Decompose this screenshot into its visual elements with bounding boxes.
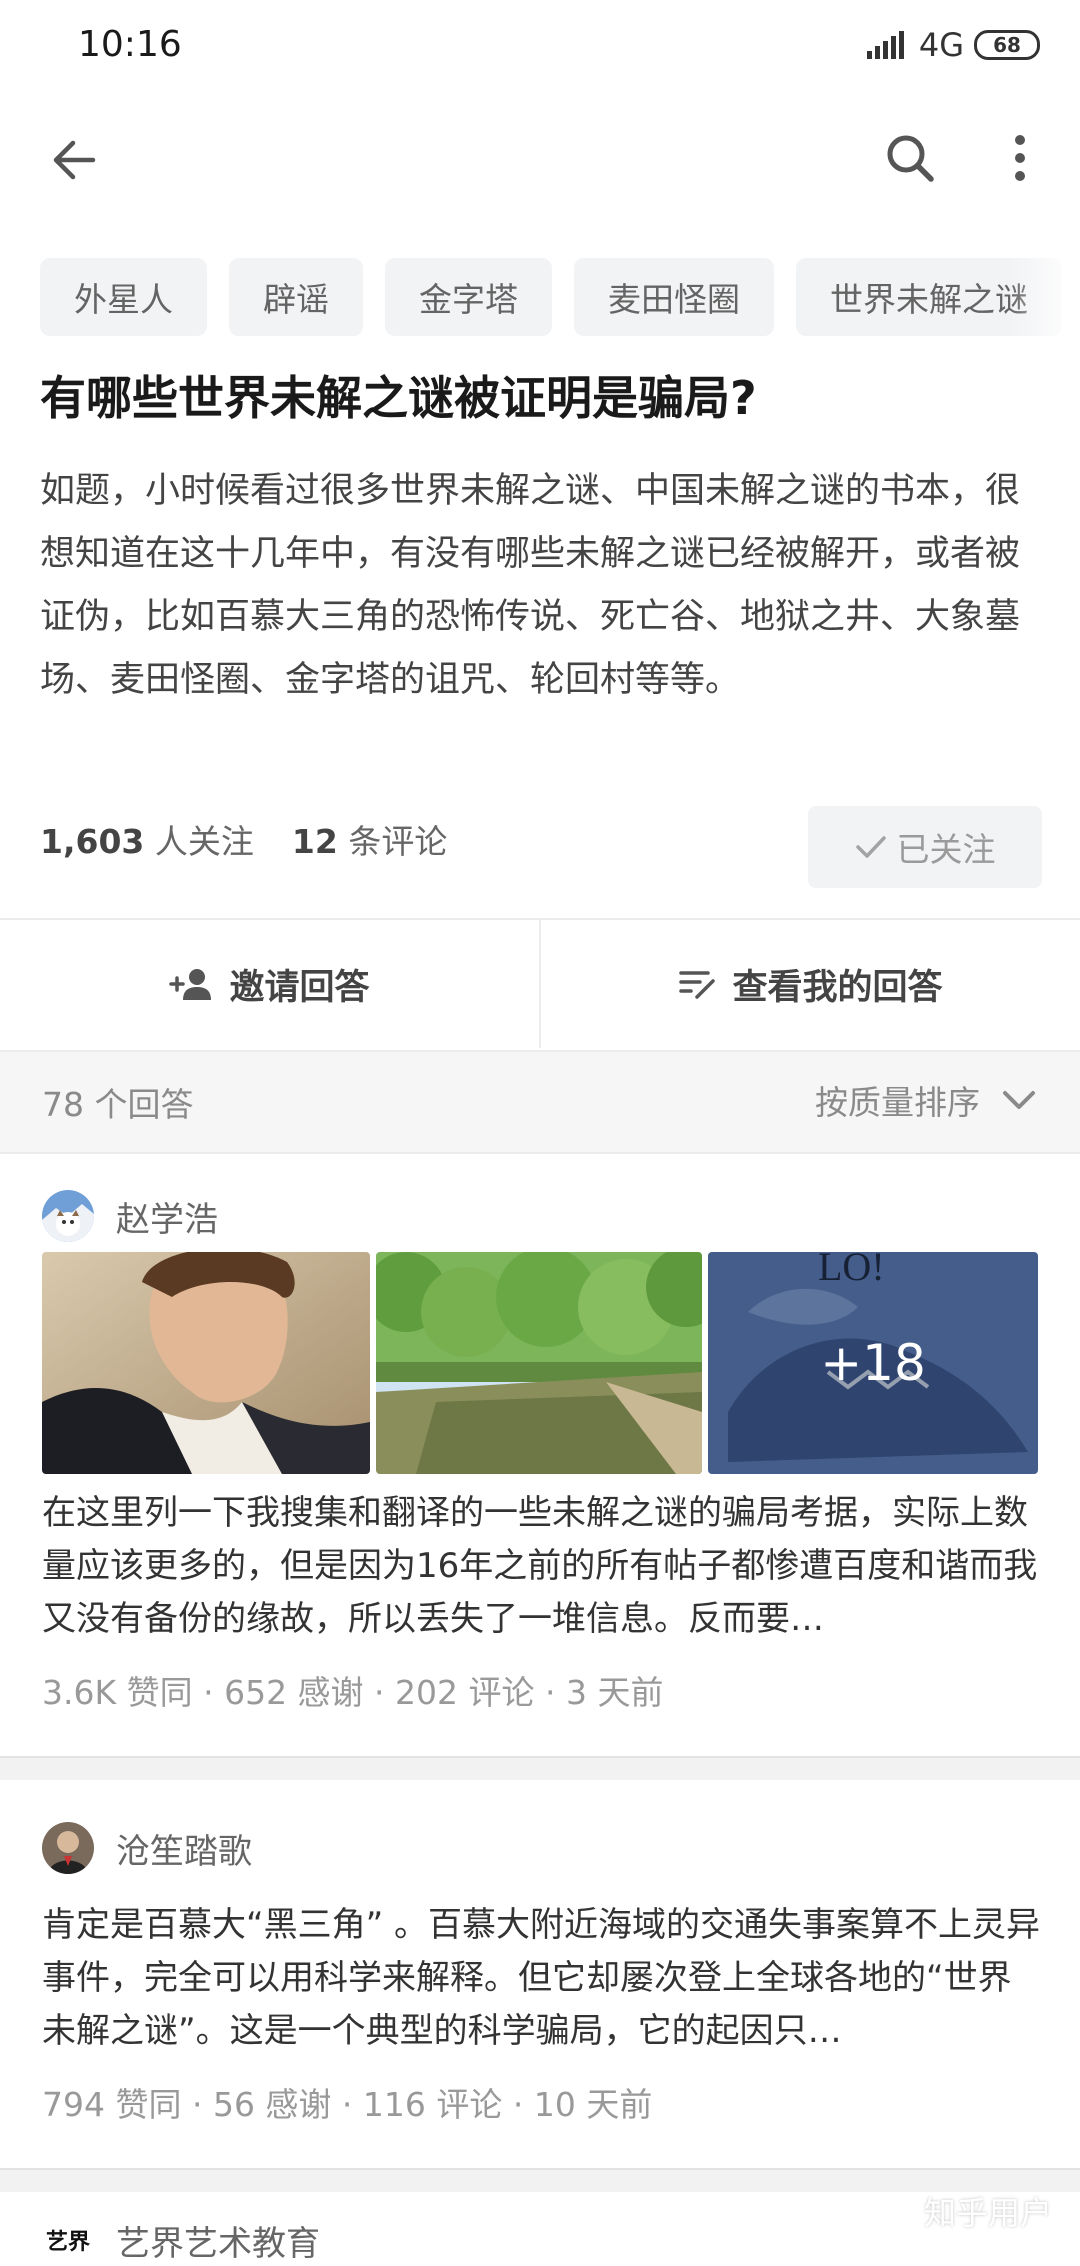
canal-image <box>376 1252 702 1474</box>
view-my-answer-label: 查看我的回答 <box>732 967 943 1008</box>
chips-fade <box>1010 258 1080 338</box>
followers-label: 人关注 <box>154 822 254 861</box>
add-person-icon <box>169 969 212 1000</box>
answer-author[interactable]: 赵学浩 <box>42 1190 218 1242</box>
portrait-image <box>42 1252 370 1474</box>
answer-separator <box>0 2168 1080 2192</box>
topic-chips: 外星人 辟谣 金字塔 麦田怪圈 世界未解之谜 <box>40 258 1080 338</box>
topic-chip[interactable]: 金字塔 <box>385 258 552 336</box>
search-icon <box>887 135 934 182</box>
sort-label: 按质量排序 <box>815 1083 980 1122</box>
back-button[interactable] <box>40 126 108 194</box>
topic-chip[interactable]: 外星人 <box>40 258 207 336</box>
question-actions: 邀请回答 查看我的回答 <box>0 920 1080 1048</box>
answer-meta: 3.6K 赞同 · 652 感谢 · 202 评论 · 3 天前 <box>42 1673 664 1712</box>
network-type: 4G <box>918 26 964 64</box>
answer-excerpt[interactable]: 肯定是百慕大“黑三角” 。百慕大附近海域的交通失事案算不上灵异事件，完全可以用科… <box>42 1899 1042 2058</box>
view-my-answer-button[interactable]: 查看我的回答 <box>541 920 1080 1048</box>
answer-meta: 794 赞同 · 56 感谢 · 116 评论 · 10 天前 <box>42 2085 653 2124</box>
question-detail[interactable]: 如题，小时候看过很多世界未解之谜、中国未解之谜的书本，很想知道在这十几年中，有没… <box>40 460 1040 712</box>
topic-chip[interactable]: 麦田怪圈 <box>574 258 774 336</box>
author-name: 艺界艺术教育 <box>116 2223 320 2264</box>
comments-label: 条评论 <box>348 822 448 861</box>
dog-avatar-icon <box>42 1190 94 1242</box>
follow-button-label: 已关注 <box>896 830 996 869</box>
status-time: 10:16 <box>78 24 182 65</box>
question-title: 有哪些世界未解之谜被证明是骗局? <box>40 371 757 425</box>
edit-lines-icon <box>679 971 716 999</box>
answer-excerpt[interactable]: 在这里列一下我搜集和翻译的一些未解之谜的骗局考据，实际上数量应该更多的，但是因为… <box>42 1487 1042 1646</box>
avatar[interactable] <box>42 1822 94 1874</box>
status-indicators: 4G 68 <box>866 26 1040 64</box>
answer-separator <box>0 1756 1080 1780</box>
invite-answer-label: 邀请回答 <box>229 967 370 1008</box>
author-name: 沧笙踏歌 <box>116 1831 252 1872</box>
answer-image-canal[interactable] <box>376 1252 702 1474</box>
answer-author[interactable]: 艺界 艺界艺术教育 <box>42 2214 320 2266</box>
avatar-logo-text: 艺界 <box>45 2229 90 2254</box>
more-button[interactable] <box>988 124 1052 192</box>
signal-icon <box>866 31 904 59</box>
arrow-left-icon <box>53 140 96 180</box>
check-icon <box>855 836 886 858</box>
followers-count: 1,603 <box>40 822 145 861</box>
more-vertical-icon <box>1015 135 1025 181</box>
answers-header: 78 个回答 按质量排序 <box>0 1050 1080 1154</box>
comments-stat[interactable]: 12 条评论 <box>292 815 447 863</box>
person-avatar-icon <box>42 1822 94 1874</box>
author-name: 赵学浩 <box>116 1199 218 1240</box>
answer-count: 78 个回答 <box>42 1085 194 1124</box>
search-button[interactable] <box>876 124 944 192</box>
follow-button[interactable]: 已关注 <box>808 806 1042 888</box>
sort-dropdown[interactable]: 按质量排序 <box>815 1076 1036 1124</box>
battery-level: 68 <box>993 33 1021 57</box>
chevron-down-icon <box>1003 1091 1035 1109</box>
answer-image-more[interactable]: LO! +18 <box>708 1252 1038 1474</box>
avatar[interactable] <box>42 1190 94 1242</box>
avatar[interactable]: 艺界 <box>42 2214 94 2266</box>
answer-image-portrait[interactable] <box>42 1252 370 1474</box>
followers-stat[interactable]: 1,603 人关注 <box>40 815 254 863</box>
invite-answer-button[interactable]: 邀请回答 <box>0 920 539 1048</box>
topic-chip[interactable]: 辟谣 <box>229 258 363 336</box>
answer-author[interactable]: 沧笙踏歌 <box>42 1822 252 1874</box>
watermark: 知乎用户 <box>923 2194 1052 2232</box>
comments-count: 12 <box>291 822 338 861</box>
question-stats: 1,603 人关注 12 条评论 <box>40 815 447 863</box>
more-images-count: +18 <box>820 1334 926 1392</box>
battery-icon: 68 <box>974 30 1040 60</box>
